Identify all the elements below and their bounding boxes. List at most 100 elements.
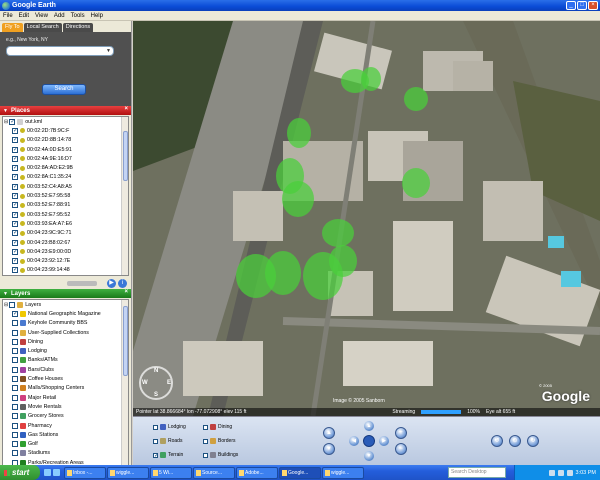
checkbox[interactable]	[12, 394, 18, 401]
checkbox[interactable]	[12, 413, 18, 420]
layer-item[interactable]: Major Retail	[3, 393, 128, 402]
layer-item[interactable]: Pharmacy	[3, 421, 128, 430]
place-item[interactable]: ✓ 00:04:23:B8:02:67	[3, 238, 128, 247]
rotate-left-button[interactable]: ↺	[491, 435, 503, 447]
places-close-icon[interactable]: ×	[124, 106, 128, 112]
layer-item[interactable]: Golf	[3, 439, 128, 448]
tray-icon[interactable]	[557, 469, 564, 476]
checkbox[interactable]: ✓	[12, 310, 18, 317]
checkbox[interactable]	[203, 438, 208, 444]
pan-right-icon[interactable]: ▶	[379, 436, 389, 446]
menu-view[interactable]: View	[35, 13, 48, 19]
place-item[interactable]: ✓ 00:02:8A:C1:35:24	[3, 173, 128, 182]
place-item[interactable]: ✓ 00:02:2D:8B:14:78	[3, 136, 128, 145]
place-item[interactable]: ✓ 00:02:2D:7B:9C:F	[3, 126, 128, 135]
layer-toggle-buildings[interactable]: Buildings	[203, 452, 238, 458]
checkbox[interactable]	[12, 441, 18, 448]
tab-directions[interactable]: Directions	[62, 23, 94, 32]
checkbox[interactable]	[12, 376, 18, 383]
compass-icon[interactable]: N S W E	[139, 366, 173, 400]
pan-down-icon[interactable]: ▼	[364, 451, 374, 461]
layer-item[interactable]: Banks/ATMs	[3, 356, 128, 365]
checkbox[interactable]: ✓	[153, 452, 159, 459]
layer-toggle-borders[interactable]: Borders	[203, 438, 236, 444]
pan-up-icon[interactable]: ▲	[364, 421, 374, 431]
place-item[interactable]: ✓ 00:02:4A:0D:E5:91	[3, 145, 128, 154]
checkbox[interactable]: ✓	[12, 174, 18, 181]
places-header[interactable]: ▼ Places ×	[0, 106, 131, 115]
layer-item[interactable]: Grocery Stores	[3, 412, 128, 421]
layer-toggle-terrain[interactable]: ✓ Terrain	[153, 452, 183, 459]
checkbox[interactable]: ✓	[12, 127, 18, 134]
place-item[interactable]: ✓ 00:03:93:EA:A7:E6	[3, 219, 128, 228]
opacity-slider[interactable]	[67, 280, 97, 286]
menu-add[interactable]: Add	[54, 13, 65, 19]
checkbox[interactable]	[12, 403, 18, 410]
checkbox[interactable]: ✓	[12, 239, 18, 246]
taskbar-task[interactable]: Inbox -...	[64, 466, 106, 479]
checkbox[interactable]: ✓	[12, 137, 18, 144]
place-item[interactable]: ✓ 00:04:23:99:14:48	[3, 266, 128, 275]
layer-item[interactable]: Malls/Shopping Centers	[3, 384, 128, 393]
checkbox[interactable]	[203, 452, 208, 458]
close-button[interactable]: ×	[588, 1, 598, 10]
scroll-thumb[interactable]	[123, 131, 128, 181]
checkbox[interactable]	[12, 329, 18, 336]
checkbox[interactable]: ✓	[12, 165, 18, 172]
tab-fly-to[interactable]: Fly To	[2, 23, 23, 32]
place-item[interactable]: ✓ 00:04:23:9C:9C:71	[3, 229, 128, 238]
tilt-up-button[interactable]: ▲	[323, 427, 335, 439]
place-item[interactable]: ✓ 00:03:52:E7:95:52	[3, 210, 128, 219]
collapse-arrow-icon[interactable]: ▼	[3, 108, 8, 114]
places-root[interactable]: ⊟ ✓ out.kml	[3, 117, 128, 126]
move-dpad[interactable]: ▲ ▼ ◀ ▶	[349, 421, 389, 461]
map-view[interactable]: N S W E Image © 2005 Sanborn © 2005 Goog…	[133, 21, 600, 416]
layer-toggle-dining[interactable]: Dining	[203, 424, 232, 430]
place-item[interactable]: ✓00:04:23:00:00:4B	[3, 275, 128, 276]
checkbox[interactable]: ✓	[12, 146, 18, 153]
place-item[interactable]: ✓ 00:03:52:E7:88:91	[3, 201, 128, 210]
layer-item[interactable]: Lodging	[3, 346, 128, 355]
desktop-search-input[interactable]: Search Desktop	[448, 467, 506, 478]
layer-item[interactable]: Stadiums	[3, 449, 128, 458]
tilt-down-button[interactable]: ▼	[323, 443, 335, 455]
checkbox[interactable]	[12, 431, 18, 438]
rotate-right-button[interactable]: ↻	[527, 435, 539, 447]
places-scrollbar[interactable]	[121, 117, 128, 275]
checkbox[interactable]: ✓	[12, 267, 18, 274]
pan-center-icon[interactable]	[363, 435, 375, 447]
layer-item[interactable]: ✓ National Geographic Magazine	[3, 309, 128, 318]
chevron-down-icon[interactable]: ▼	[106, 47, 111, 55]
checkbox[interactable]: ✓	[12, 248, 18, 255]
checkbox[interactable]: ✓	[12, 193, 18, 200]
taskbar-task[interactable]: Google...	[279, 466, 321, 479]
expand-icon[interactable]: ⊟	[4, 119, 8, 125]
pan-left-icon[interactable]: ◀	[349, 436, 359, 446]
checkbox[interactable]	[12, 320, 18, 327]
checkbox[interactable]	[12, 450, 18, 457]
menu-tools[interactable]: Tools	[71, 13, 85, 19]
zoom-in-button[interactable]: +	[395, 427, 407, 439]
layer-toggle-roads[interactable]: Roads	[153, 438, 182, 444]
checkbox[interactable]	[12, 366, 18, 373]
checkbox[interactable]	[12, 357, 18, 364]
checkbox[interactable]: ✓	[12, 155, 18, 162]
start-button[interactable]: start	[0, 465, 40, 480]
checkbox[interactable]: ✓	[9, 118, 15, 125]
quick-launch-icon[interactable]	[53, 469, 60, 476]
checkbox[interactable]	[12, 338, 18, 345]
place-item[interactable]: ✓ 00:02:4A:9E:16:D7	[3, 154, 128, 163]
menu-file[interactable]: File	[3, 13, 13, 19]
checkbox[interactable]	[153, 438, 158, 444]
checkbox[interactable]: ✓	[12, 258, 18, 265]
search-button[interactable]: Search	[42, 84, 86, 95]
menu-edit[interactable]: Edit	[19, 13, 29, 19]
layer-toggle-lodging[interactable]: Lodging	[153, 424, 186, 430]
zoom-out-button[interactable]: −	[395, 443, 407, 455]
layer-item[interactable]: ⊟ Layers	[3, 300, 128, 309]
taskbar-task[interactable]: Source...	[193, 466, 235, 479]
quick-launch-icon[interactable]	[44, 469, 51, 476]
layers-scrollbar[interactable]	[121, 300, 128, 470]
taskbar-task[interactable]: Adobe...	[236, 466, 278, 479]
taskbar-task[interactable]: 5 Wi...	[150, 466, 192, 479]
